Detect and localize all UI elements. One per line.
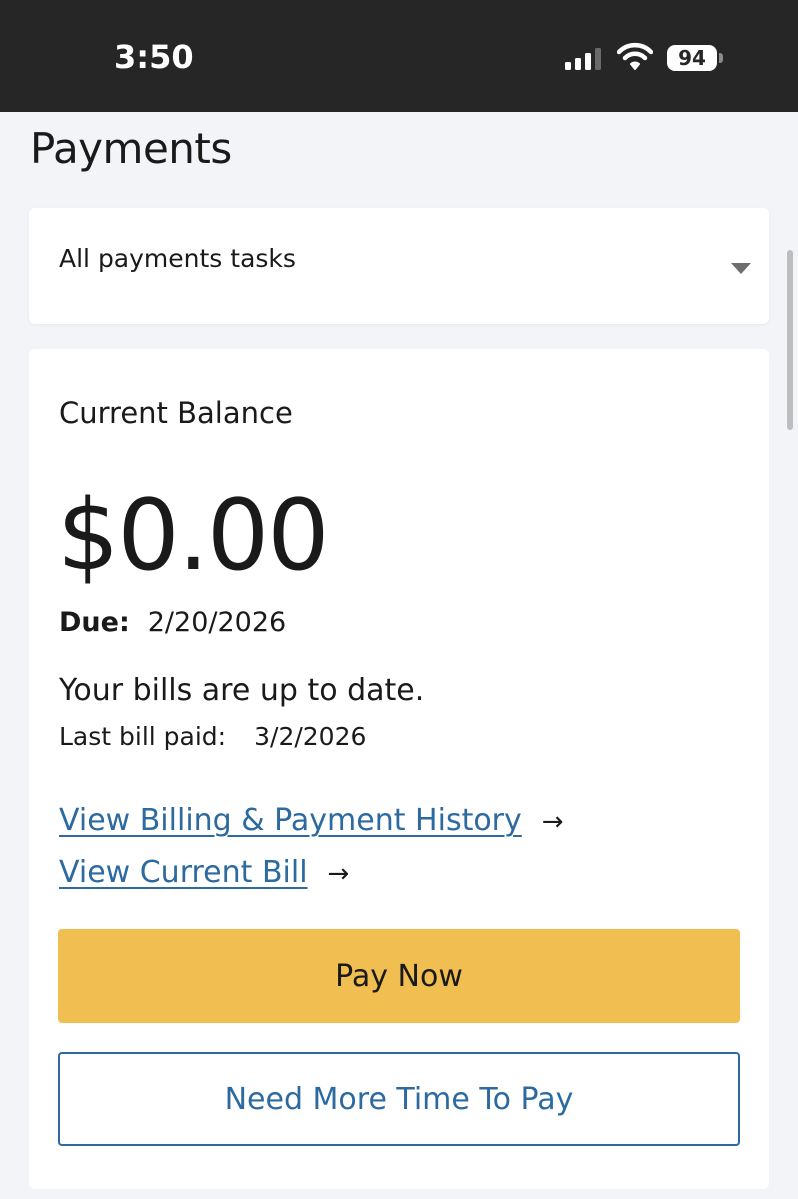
battery-nub [719, 53, 723, 63]
status-bar: 3:50 94 [0, 0, 798, 112]
last-paid-label: Last bill paid: [59, 722, 227, 751]
chevron-down-icon [731, 263, 751, 274]
card-heading: Current Balance [59, 396, 293, 430]
wifi-icon [617, 42, 653, 70]
due-date-row: Due: 2/20/2026 [59, 607, 286, 638]
signal-icon [565, 48, 601, 70]
page-title: Payments [30, 124, 232, 173]
link-label: View Billing & Payment History [59, 803, 522, 838]
due-label: Due: [59, 607, 130, 638]
view-billing-history-link[interactable]: View Billing & Payment History → [59, 803, 564, 838]
dropdown-selected-value: All payments tasks [59, 244, 296, 273]
bills-status-message: Your bills are up to date. [59, 673, 425, 708]
payments-tasks-dropdown[interactable]: All payments tasks [29, 208, 769, 324]
arrow-right-icon: → [541, 807, 564, 837]
scrollbar[interactable] [787, 250, 793, 430]
need-more-time-button[interactable]: Need More Time To Pay [58, 1052, 740, 1146]
current-balance-card: Current Balance $0.00 Due: 2/20/2026 Your… [29, 349, 769, 1189]
arrow-right-icon: → [327, 859, 350, 889]
battery-icon: 94 [667, 45, 717, 71]
due-value: 2/20/2026 [147, 607, 287, 638]
view-current-bill-link[interactable]: View Current Bill → [59, 855, 349, 890]
last-paid-value: 3/2/2026 [254, 722, 367, 751]
last-paid-row: Last bill paid: 3/2/2026 [59, 722, 366, 751]
status-time: 3:50 [114, 38, 194, 76]
link-label: View Current Bill [59, 855, 308, 890]
pay-now-button[interactable]: Pay Now [58, 929, 740, 1023]
balance-amount: $0.00 [57, 479, 330, 593]
